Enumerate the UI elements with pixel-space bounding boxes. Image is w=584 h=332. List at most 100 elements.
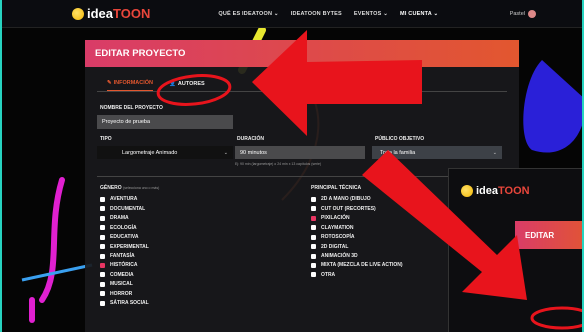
- checkbox[interactable]: [100, 206, 105, 212]
- page-title: EDITAR PROYECTO: [95, 48, 186, 59]
- inset-screenshot: idea TOON EDITAR: [448, 168, 582, 332]
- genero-option[interactable]: SÁTIRA SOCIAL: [100, 300, 149, 306]
- checkbox[interactable]: [100, 225, 105, 231]
- project-name-input[interactable]: Proyecto de prueba: [97, 115, 233, 129]
- genero-option[interactable]: MUSICAL: [100, 281, 149, 287]
- checkbox[interactable]: [311, 225, 316, 231]
- checkbox[interactable]: [311, 262, 316, 268]
- tab-informacion-label: INFORMACIÓN: [113, 80, 154, 86]
- checkbox-checked[interactable]: [100, 262, 105, 268]
- inset-logo: idea TOON: [461, 185, 530, 197]
- genero-option[interactable]: DRAMA: [100, 215, 149, 221]
- genero-option[interactable]: ECOLOGÍA: [100, 224, 149, 231]
- checkbox[interactable]: [100, 234, 105, 240]
- chevron-down-icon: ⌄: [492, 150, 497, 156]
- checkbox[interactable]: [100, 281, 105, 287]
- checkbox[interactable]: [311, 196, 316, 202]
- tab-bar: ✎ INFORMACIÓN 👤 AUTORES: [107, 80, 519, 91]
- tab-autores-label: AUTORES: [177, 80, 205, 87]
- checkbox[interactable]: [311, 253, 316, 259]
- lightbulb-icon: [461, 185, 473, 197]
- tipo-select[interactable]: Largometraje Animado ⌄: [97, 146, 233, 159]
- genero-option-label: DOCUMENTAL: [110, 205, 146, 212]
- tipo-value: Largometraje Animado: [122, 149, 178, 156]
- genero-option-label: HORROR: [110, 290, 133, 297]
- edit-icon: ✎: [107, 80, 112, 86]
- duracion-input[interactable]: 90 minutos: [235, 146, 365, 159]
- checkbox[interactable]: [100, 272, 105, 278]
- user-icon: 👤: [169, 80, 176, 87]
- nav-item-bytes[interactable]: IDEATOON BYTES: [291, 11, 342, 17]
- nav-item-mi-cuenta[interactable]: MI CUENTA ⌄: [400, 11, 438, 17]
- top-navigation: idea TOON QUÉ ES IDEATOON ⌄ IDEATOON BYTE…: [2, 0, 582, 28]
- tab-autores[interactable]: 👤 AUTORES: [169, 80, 205, 91]
- user-menu[interactable]: Pastel: [509, 9, 536, 18]
- genero-option-label: SÁTIRA SOCIAL: [110, 300, 149, 307]
- genero-option[interactable]: HISTÓRICA: [100, 262, 149, 268]
- nav-menu: QUÉ ES IDEATOON ⌄ IDEATOON BYTES EVENTOS…: [218, 11, 438, 17]
- checkbox-checked[interactable]: [311, 215, 316, 221]
- checkbox[interactable]: [100, 253, 105, 259]
- genero-option[interactable]: AVENTURA: [100, 196, 149, 202]
- tecnica-option-label: CLAYMATION: [321, 224, 354, 231]
- panel-header: EDITAR PROYECTO: [85, 40, 519, 67]
- tecnica-option[interactable]: MIXTA (MEZCLA DE LIVE ACTION): [311, 262, 403, 268]
- genero-option[interactable]: EXPERIMENTAL: [100, 243, 149, 250]
- genero-option-label: HISTÓRICA: [110, 262, 138, 269]
- checkbox[interactable]: [100, 300, 105, 306]
- tecnica-option[interactable]: ANIMACIÓN 3D: [311, 253, 403, 259]
- inset-header: EDITAR: [515, 221, 582, 249]
- tecnica-option-label: MIXTA (MEZCLA DE LIVE ACTION): [321, 262, 403, 269]
- genero-option-label: ECOLOGÍA: [110, 224, 137, 231]
- checkbox[interactable]: [100, 215, 105, 221]
- tecnica-option-label: PIXILACIÓN: [321, 215, 350, 222]
- genero-option-label: DRAMA: [110, 215, 129, 222]
- tab-divider: [97, 91, 507, 92]
- checkbox[interactable]: [100, 244, 105, 250]
- genero-option-label: EXPERIMENTAL: [110, 243, 149, 250]
- nav-item-eventos[interactable]: EVENTOS ⌄: [354, 11, 388, 17]
- avatar: [528, 9, 536, 18]
- genero-option[interactable]: EDUCATIVA: [100, 234, 149, 240]
- tipo-label: TIPO: [100, 136, 112, 142]
- tecnica-option-label: CUT OUT (RECORTES): [321, 205, 376, 212]
- screenshot-stage: idea TOON QUÉ ES IDEATOON ⌄ IDEATOON BYTE…: [0, 0, 584, 332]
- genero-option[interactable]: DOCUMENTAL: [100, 205, 149, 212]
- genero-option[interactable]: HORROR: [100, 291, 149, 297]
- lightbulb-icon: [72, 7, 84, 20]
- logo-text-idea: idea: [87, 6, 114, 21]
- tecnica-option[interactable]: PIXILACIÓN: [311, 215, 403, 221]
- tecnica-option[interactable]: 2D A MANO (DIBUJO: [311, 196, 403, 202]
- checkbox[interactable]: [311, 206, 316, 212]
- duracion-label: DURACIÓN: [237, 136, 264, 142]
- checkbox[interactable]: [100, 291, 105, 297]
- tecnica-option-label: 2D A MANO (DIBUJO: [321, 196, 371, 203]
- checkbox[interactable]: [311, 244, 316, 250]
- logo-text-toon: TOON: [113, 6, 151, 21]
- tecnica-label: PRINCIPAL TÉCNICA: [311, 185, 362, 191]
- nav-item-que-es[interactable]: QUÉ ES IDEATOON ⌄: [218, 11, 278, 17]
- checkbox[interactable]: [311, 234, 316, 240]
- user-name: Pastel: [509, 10, 525, 17]
- tecnica-option[interactable]: ROTOSCOPÍA: [311, 234, 403, 240]
- genero-option-label: FANTASÍA: [110, 253, 135, 259]
- checkbox[interactable]: [100, 196, 105, 202]
- ideatoon-logo[interactable]: idea TOON: [72, 6, 150, 21]
- tecnica-option[interactable]: CLAYMATION: [311, 224, 403, 231]
- tecnica-option-label: 2D DIGITAL: [321, 243, 349, 250]
- genero-hint: (selecciona uno o más): [123, 186, 160, 190]
- tecnica-option-label: ROTOSCOPÍA: [321, 234, 355, 241]
- tecnica-option[interactable]: OTRA: [311, 272, 403, 278]
- tab-informacion[interactable]: ✎ INFORMACIÓN: [107, 80, 154, 91]
- publico-value: Toda la familia: [380, 149, 416, 156]
- genero-option[interactable]: FANTASÍA: [100, 253, 149, 259]
- genero-label-text: GÉNERO: [100, 185, 122, 191]
- genero-label: GÉNERO (selecciona uno o más): [100, 185, 159, 191]
- tecnica-option[interactable]: 2D DIGITAL: [311, 243, 403, 250]
- publico-select[interactable]: Toda la familia ⌄: [372, 146, 502, 159]
- tecnica-option-label: OTRA: [321, 271, 336, 278]
- section-divider: [97, 176, 507, 177]
- tecnica-option[interactable]: CUT OUT (RECORTES): [311, 205, 403, 212]
- checkbox[interactable]: [311, 272, 316, 278]
- genero-option[interactable]: COMEDIA: [100, 272, 149, 278]
